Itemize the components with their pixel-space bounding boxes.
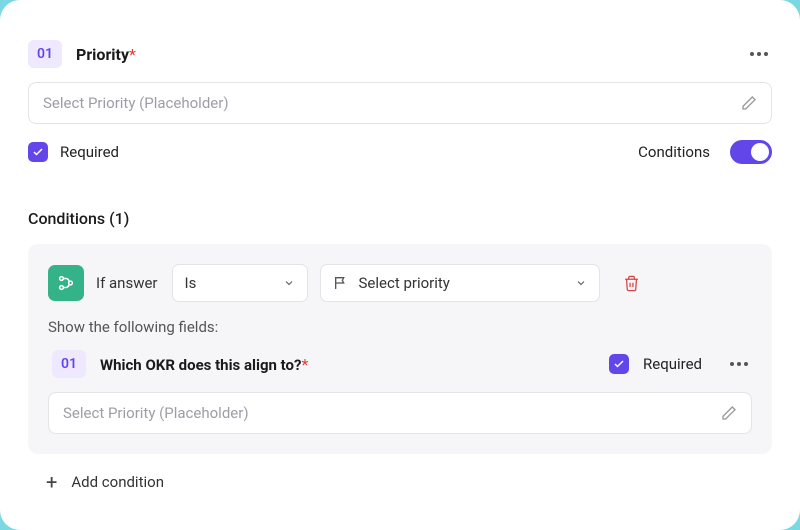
required-label: Required	[60, 143, 119, 161]
placeholder-input[interactable]: Select Priority (Placeholder)	[28, 82, 772, 124]
check-icon	[613, 358, 625, 370]
value-placeholder: Select priority	[359, 274, 565, 292]
sub-placeholder-text: Select Priority (Placeholder)	[63, 404, 721, 422]
if-answer-text: If answer	[96, 274, 158, 292]
conditions-label: Conditions	[638, 143, 710, 161]
flag-icon	[333, 275, 349, 291]
sub-field-title-wrap: Which OKR does this align to?*	[100, 355, 308, 374]
add-condition-button[interactable]: + Add condition	[28, 454, 772, 492]
sub-required-label: Required	[643, 355, 702, 373]
operator-select[interactable]: Is	[172, 264, 308, 302]
show-fields-text: Show the following fields:	[48, 318, 752, 336]
check-icon	[32, 146, 44, 158]
edit-icon	[721, 405, 737, 421]
form-builder-card: 01 Priority* Select Priority (Placeholde…	[0, 0, 800, 530]
sub-field-number: 01	[52, 350, 86, 378]
required-checkbox[interactable]	[28, 142, 48, 162]
operator-value: Is	[185, 274, 283, 292]
more-options-button[interactable]	[746, 48, 772, 60]
chevron-down-icon	[575, 277, 587, 289]
chevron-down-icon	[283, 277, 295, 289]
field-title: Priority	[76, 45, 129, 64]
trash-icon	[623, 275, 640, 292]
sub-placeholder-input[interactable]: Select Priority (Placeholder)	[48, 392, 752, 434]
required-asterisk: *	[301, 355, 308, 374]
sub-field-header: 01 Which OKR does this align to?* Requir…	[48, 350, 752, 378]
field-number-badge: 01	[28, 40, 62, 68]
add-condition-label: Add condition	[71, 473, 164, 491]
sub-required-checkbox[interactable]	[609, 354, 629, 374]
branch-icon	[48, 265, 84, 301]
sub-field-title: Which OKR does this align to?	[100, 356, 301, 374]
conditions-toggle[interactable]	[730, 140, 772, 164]
field-title-wrap: Priority*	[76, 45, 136, 64]
field-header: 01 Priority*	[28, 40, 772, 68]
value-select[interactable]: Select priority	[320, 264, 600, 302]
required-asterisk: *	[129, 45, 136, 64]
conditions-heading: Conditions (1)	[28, 209, 772, 228]
placeholder-text: Select Priority (Placeholder)	[43, 94, 741, 112]
conditions-panel: If answer Is Select priority Show the fo…	[28, 244, 772, 454]
if-answer-row: If answer Is Select priority	[48, 264, 752, 302]
edit-icon	[741, 95, 757, 111]
required-row: Required Conditions	[28, 140, 772, 189]
sub-more-options-button[interactable]	[726, 358, 752, 370]
plus-icon: +	[46, 472, 57, 492]
delete-condition-button[interactable]	[620, 271, 644, 295]
